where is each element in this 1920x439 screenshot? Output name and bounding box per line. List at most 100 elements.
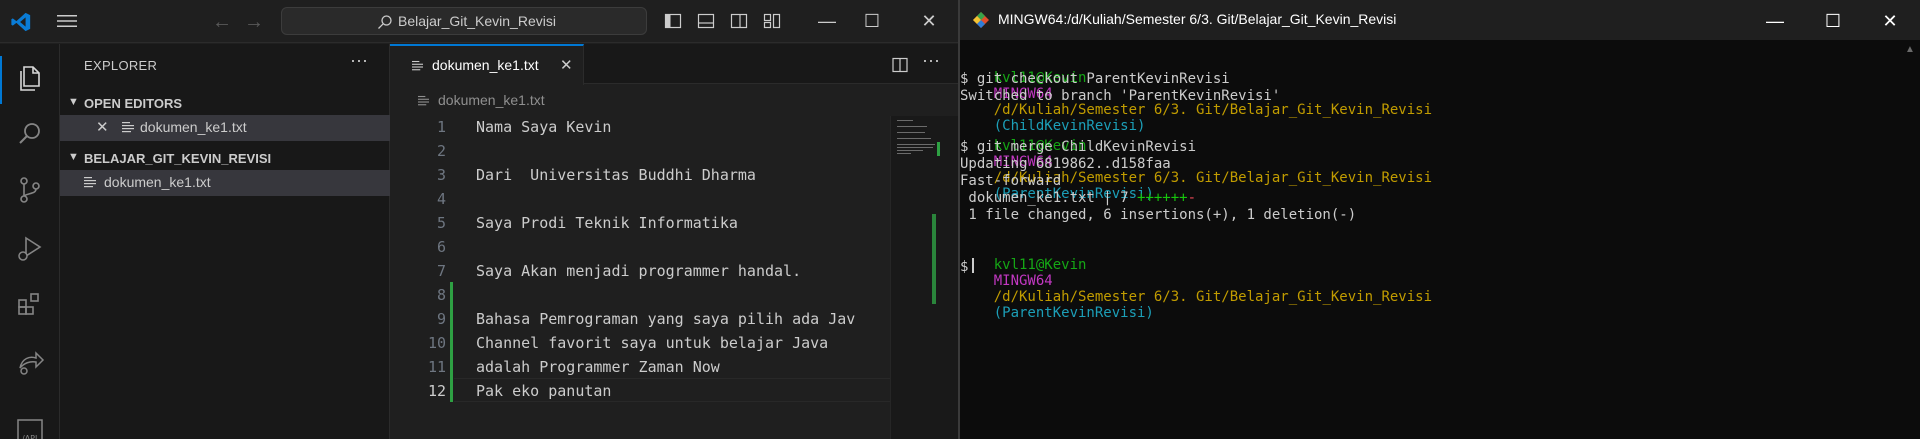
- prompt-branch: (ParentKevinRevisi): [993, 305, 1154, 321]
- minimap-line: [897, 150, 923, 151]
- explorer-sidebar: EXPLORER ··· ▼ OPEN EDITORS ✕ dokumen_ke…: [60, 44, 390, 439]
- file-text-icon: [412, 60, 423, 71]
- api-icon[interactable]: /API: [14, 416, 46, 439]
- explorer-more-button[interactable]: ···: [350, 50, 368, 71]
- git-bash-terminal[interactable]: MINGW64:/d/Kuliah/Semester 6/3. Git/Bela…: [960, 0, 1920, 439]
- open-editors-section[interactable]: ▼ OPEN EDITORS: [60, 93, 390, 115]
- folder-section[interactable]: ▼ BELAJAR_GIT_KEVIN_REVISI: [60, 148, 390, 170]
- code-line[interactable]: Saya Prodi Teknik Informatika: [476, 214, 738, 232]
- terminal-titlebar: MINGW64:/d/Kuliah/Semester 6/3. Git/Bela…: [960, 0, 1920, 40]
- breadcrumb[interactable]: dokumen_ke1.txt: [438, 92, 545, 108]
- open-editors-label: OPEN EDITORS: [84, 96, 183, 111]
- text-cursor: [972, 258, 975, 273]
- prompt-symbol: $: [960, 259, 969, 275]
- minimize-button[interactable]: —: [812, 8, 842, 34]
- maximize-button[interactable]: ☐: [857, 8, 887, 34]
- active-indicator: [0, 56, 2, 104]
- explorer-title: EXPLORER: [84, 58, 158, 73]
- line-number-current: 12: [427, 382, 446, 400]
- prompt-line-3: kvl11@Kevin MINGW64 /d/Kuliah/Semester 6…: [960, 241, 1432, 337]
- code-line[interactable]: adalah Programmer Zaman Now: [476, 358, 720, 376]
- close-editor-icon[interactable]: ✕: [96, 118, 109, 136]
- terminal-title: MINGW64:/d/Kuliah/Semester 6/3. Git/Bela…: [998, 11, 1397, 27]
- remote-icon[interactable]: [14, 346, 46, 378]
- input-line[interactable]: $: [960, 258, 975, 275]
- svg-text:/API: /API: [22, 434, 37, 439]
- toggle-panel-icon[interactable]: [697, 12, 715, 30]
- overview-ruler-git-mark: [932, 214, 936, 304]
- forward-arrow-icon[interactable]: →: [244, 11, 264, 34]
- line-number: 9: [436, 310, 446, 328]
- diffstat-file: dokumen_ke1.txt | 7: [960, 190, 1138, 206]
- line-number: 7: [436, 262, 446, 280]
- open-editor-item[interactable]: ✕ dokumen_ke1.txt: [60, 115, 390, 141]
- minimap[interactable]: [890, 116, 958, 439]
- editor-group: dokumen_ke1.txt ✕ ··· dokumen_ke1.txt 1 …: [390, 44, 958, 439]
- extensions-icon[interactable]: [14, 288, 46, 320]
- file-text-icon: [122, 122, 134, 133]
- git-bash-icon: [973, 12, 989, 28]
- vscode-window: ← → Belajar_Git_Kevin_Revisi — ☐ ✕ /API …: [0, 0, 958, 439]
- prompt-path: /d/Kuliah/Semester 6/3. Git/Belajar_Git_…: [993, 289, 1433, 305]
- code-line[interactable]: Bahasa Pemrograman yang saya pilih ada J…: [476, 310, 855, 328]
- diffstat-minus: -: [1187, 190, 1197, 206]
- minimap-line: [897, 147, 933, 148]
- folder-label: BELAJAR_GIT_KEVIN_REVISI: [84, 151, 272, 166]
- line-number: 3: [436, 166, 446, 184]
- menu-icon[interactable]: [56, 13, 78, 29]
- minimap-line: [897, 144, 935, 145]
- output-line: Updating 6819862..d158faa: [960, 156, 1171, 172]
- folder-file-item[interactable]: dokumen_ke1.txt: [60, 170, 390, 196]
- tab-dokumen-ke1[interactable]: dokumen_ke1.txt ✕: [390, 44, 584, 85]
- terminal-close-button[interactable]: ✕: [1875, 8, 1905, 34]
- code-line[interactable]: Dari Universitas Buddhi Dharma: [476, 166, 756, 184]
- files-icon[interactable]: [14, 62, 46, 94]
- diffstat-plus: ++++++: [1137, 190, 1188, 206]
- prompt-path: /d/Kuliah/Semester 6/3. Git/Belajar_Git_…: [993, 102, 1433, 118]
- line-number: 8: [436, 286, 446, 304]
- line-number: 6: [436, 238, 446, 256]
- source-control-icon[interactable]: [14, 174, 46, 206]
- command-center-search[interactable]: Belajar_Git_Kevin_Revisi: [281, 7, 647, 35]
- run-debug-icon[interactable]: [14, 232, 46, 264]
- toggle-primary-sidebar-icon[interactable]: [664, 12, 682, 30]
- diffstat-line: dokumen_ke1.txt | 7 ++++++-: [960, 190, 1196, 206]
- code-line[interactable]: Pak eko panutan: [476, 382, 611, 400]
- vscode-logo-icon: [11, 12, 31, 32]
- code-line[interactable]: Saya Akan menjadi programmer handal.: [476, 262, 801, 280]
- search-icon: [378, 15, 392, 29]
- prompt-user: kvl11@Kevin: [993, 257, 1087, 273]
- search-activity-icon[interactable]: [14, 118, 46, 150]
- output-line: 1 file changed, 6 insertions(+), 1 delet…: [960, 207, 1357, 223]
- command-line: $ git merge ChildKevinRevisi: [960, 139, 1197, 155]
- close-button[interactable]: ✕: [914, 8, 944, 34]
- vscode-titlebar: ← → Belajar_Git_Kevin_Revisi — ☐ ✕: [0, 0, 958, 43]
- toggle-secondary-sidebar-icon[interactable]: [730, 12, 748, 30]
- terminal-minimize-button[interactable]: —: [1760, 8, 1790, 34]
- minimap-line: [897, 138, 931, 139]
- open-editor-file-label: dokumen_ke1.txt: [140, 119, 247, 135]
- minimap-line: [897, 126, 927, 127]
- line-number: 5: [436, 214, 446, 232]
- output-line: Fast-forward: [960, 173, 1062, 189]
- chevron-down-icon: ▼: [68, 151, 79, 163]
- line-number: 2: [436, 142, 446, 160]
- customize-layout-icon[interactable]: [763, 12, 781, 30]
- prompt-env: MINGW64: [993, 273, 1053, 289]
- tab-close-icon[interactable]: ✕: [560, 56, 573, 74]
- split-editor-icon[interactable]: [892, 57, 908, 73]
- file-text-icon: [84, 177, 96, 188]
- chevron-down-icon: ▼: [68, 96, 79, 108]
- scroll-up-arrow-icon[interactable]: ▲: [1905, 44, 1915, 55]
- code-line[interactable]: Nama Saya Kevin: [476, 118, 611, 136]
- editor-more-button[interactable]: ···: [922, 50, 940, 71]
- terminal-maximize-button[interactable]: ☐: [1818, 8, 1848, 34]
- minimap-line: [897, 153, 911, 154]
- code-line[interactable]: Channel favorit saya untuk belajar Java: [476, 334, 828, 352]
- line-number: 4: [436, 190, 446, 208]
- output-line: Switched to branch 'ParentKevinRevisi': [960, 88, 1281, 104]
- git-added-indicator: [450, 282, 453, 402]
- file-text-icon: [418, 95, 429, 106]
- back-arrow-icon[interactable]: ←: [212, 11, 232, 34]
- search-text: Belajar_Git_Kevin_Revisi: [398, 13, 556, 29]
